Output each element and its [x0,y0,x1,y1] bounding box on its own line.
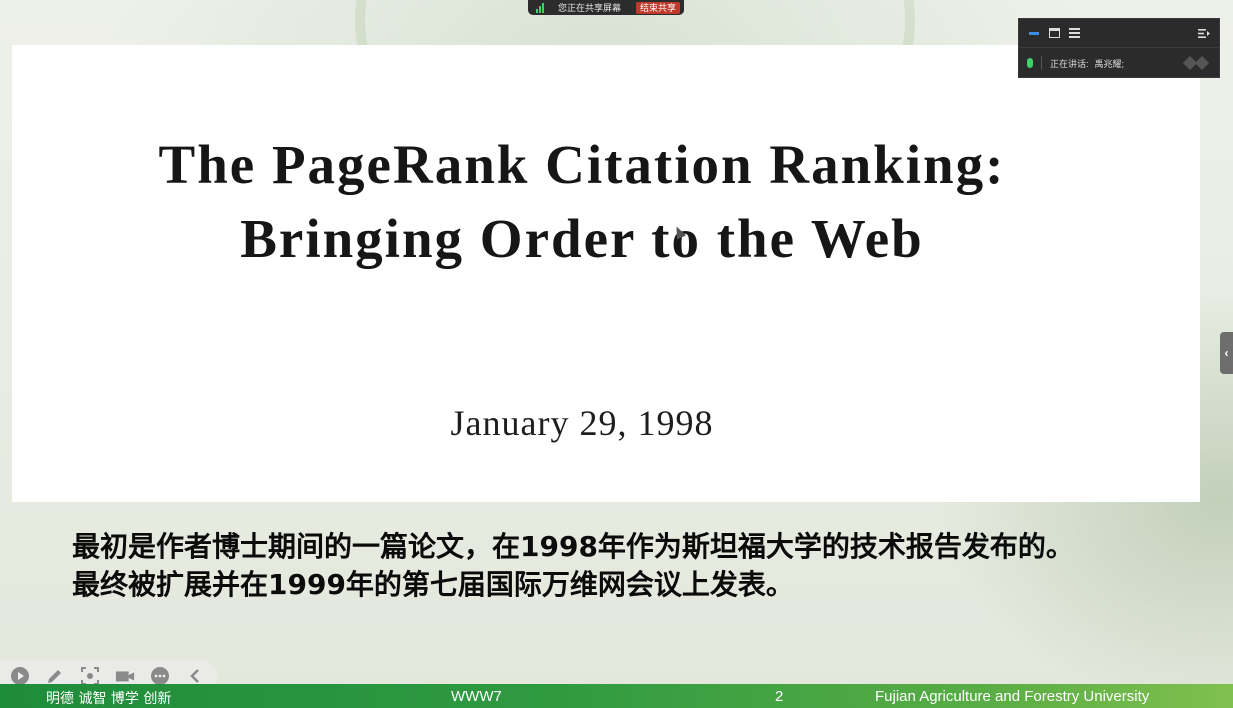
end-share-button[interactable]: 结束共享 [635,1,680,14]
speaking-label: 正在讲话: [1050,58,1089,69]
title-line-2: Bringing Order to the Web [240,208,924,269]
microphone-icon [1027,58,1033,68]
slide-caption: 最初是作者博士期间的一篇论文，在1998年作为斯坦福大学的技术报告发布的。 最终… [72,528,1212,604]
chevron-left-icon: ‹ [1224,346,1229,360]
minimize-button[interactable] [1027,26,1041,40]
footer-motto: 明德 诚智 博学 创新 [46,691,172,707]
slide-date: January 29, 1998 [450,403,714,443]
speaker-name: 禹兆耀; [1094,58,1125,69]
screen-share-banner: 您正在共享屏幕 结束共享 [528,0,684,15]
list-icon [1068,28,1080,38]
chevron-left-icon[interactable] [185,666,205,686]
list-button[interactable] [1067,26,1081,40]
footer-university: Fujian Agriculture and Forestry Universi… [875,688,1150,705]
float-panel-toolbar [1019,19,1219,48]
camera-icon[interactable] [115,666,135,686]
caption-line-1: 最初是作者博士期间的一篇论文，在1998年作为斯坦福大学的技术报告发布的。 [72,530,1074,563]
screenshot-icon[interactable] [80,666,100,686]
pen-icon[interactable] [45,666,65,686]
caption-line-2: 最终被扩展并在1999年的第七届国际万维网会议上发表。 [72,568,794,601]
speaking-status: 正在讲话: 禹兆耀; [1019,48,1219,78]
signal-icon [536,2,550,13]
divider [1041,56,1042,70]
page-number: 2 [775,688,784,705]
meeting-float-panel: 正在讲话: 禹兆耀; [1018,18,1220,78]
slide-footer: 明德 诚智 博学 创新 WWW7 2 Fujian Agriculture an… [0,684,1233,708]
window-icon [1048,28,1060,38]
window-button[interactable] [1047,26,1061,40]
sharing-status-text: 您正在共享屏幕 [558,3,622,13]
footer-course: WWW7 [451,688,502,705]
collapse-panel-button[interactable] [1197,26,1211,40]
slide-title: The PageRank Citation Ranking: Bringing … [12,128,1152,276]
expand-sidebar-tab[interactable]: ‹ [1220,332,1233,374]
play-icon[interactable] [10,666,30,686]
title-line-1: The PageRank Citation Ranking: [158,134,1006,195]
video-placeholder-icon [1182,55,1211,71]
minimize-icon [1029,31,1039,35]
collapse-icon [1198,28,1210,38]
more-icon[interactable] [150,666,170,686]
